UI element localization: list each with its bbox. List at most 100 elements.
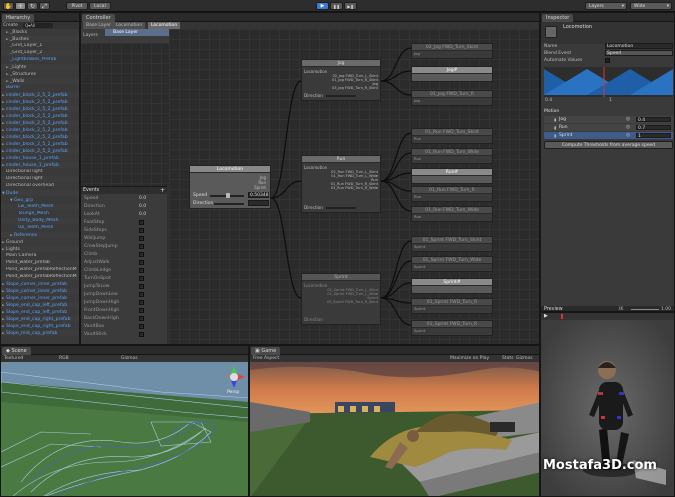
event-parameter-value[interactable] <box>139 228 144 233</box>
event-parameter[interactable]: BackDownHigh <box>81 315 167 323</box>
tab-scene[interactable]: ◆ Scene <box>2 347 31 355</box>
play-button[interactable]: ▶ <box>316 2 329 10</box>
hierarchy-item[interactable]: ►Ground <box>1 239 79 245</box>
hierarchy-item[interactable]: ►_Lights <box>1 64 79 70</box>
event-parameter-value[interactable] <box>139 324 144 329</box>
compute-thresholds-button[interactable]: Compute Thresholds from average speed <box>544 141 673 149</box>
pause-button[interactable]: ❚❚ <box>330 2 343 10</box>
hierarchy-item[interactable]: ►cinder_house_1_prefab <box>1 162 79 168</box>
event-parameter[interactable]: Speed 0.0 <box>81 195 167 203</box>
speed-value[interactable]: 0.50348 <box>248 192 269 198</box>
clip-node[interactable]: Run# <box>411 168 493 184</box>
motion-threshold[interactable]: 1 <box>636 133 671 139</box>
hierarchy-item[interactable]: ►_Bushes <box>1 36 79 42</box>
motion-threshold[interactable]: 0.7 <box>636 125 671 131</box>
local-toggle[interactable]: Local <box>89 2 111 10</box>
hierarchy-item[interactable]: ►Slope_end_cap_left_prefab <box>1 309 79 315</box>
sprint-blend-node[interactable]: Sprint Locomotion 02_Sprint FWD_Turn_L_S… <box>301 273 381 325</box>
event-parameter[interactable]: WallJump <box>81 235 167 243</box>
hierarchy-item[interactable]: Pond_water_prefab <box>1 260 79 266</box>
hierarchy-item[interactable]: ►Slope_corner_inner_prefab <box>1 281 79 287</box>
hierarchy-item[interactable]: ►Slope_end_cap_right_prefab <box>1 316 79 322</box>
event-parameter[interactable]: VaultBox <box>81 323 167 331</box>
hierarchy-item[interactable]: ►Slope_end_cap_left_prefab <box>1 302 79 308</box>
render-mode-dropdown[interactable]: RGB <box>59 356 69 361</box>
event-parameter-value[interactable]: 0.0 <box>139 196 146 202</box>
clip-node[interactable]: 01_Run FWD_Turn_R Run <box>411 186 493 202</box>
preview-speed-slider[interactable] <box>631 309 659 310</box>
hierarchy-item[interactable]: ►cinder_block_2_5_2_prefab <box>1 113 79 119</box>
hierarchy-item[interactable]: ►Slope_corner_inner_prefab <box>1 288 79 294</box>
event-parameter-value[interactable] <box>139 276 144 281</box>
event-parameter-value[interactable] <box>139 260 144 265</box>
hierarchy-item[interactable]: Lw_Teeth_Mesh <box>1 204 79 210</box>
hierarchy-item[interactable]: ▼Geo_grp <box>1 197 79 203</box>
clip-node[interactable]: 01_Sprint FWD_Turn_Skint Sprint <box>411 236 493 252</box>
hierarchy-item[interactable]: Directional overhead <box>1 183 79 189</box>
clip-node[interactable]: 01_Run FWD_Turn_Wide Run <box>411 148 493 164</box>
clip-node[interactable]: 01_Run FWD_Turn_Wide Run <box>411 206 493 222</box>
event-parameter[interactable]: FrontDownHigh <box>81 307 167 315</box>
hierarchy-item[interactable]: ►cinder_block_2_5_2_prefab <box>1 120 79 126</box>
scale-tool-button[interactable]: ⤢ <box>39 2 50 10</box>
hierarchy-item[interactable]: ►cinder_block_2_5_2_prefab <box>1 148 79 154</box>
layers-dropdown[interactable]: Layers ▾ <box>585 2 627 10</box>
event-parameter[interactable]: FootStep <box>81 219 167 227</box>
clip-node[interactable]: 01_Sprint FWD_Turn_R Sprint <box>411 298 493 314</box>
event-parameter[interactable]: VaultStick <box>81 331 167 339</box>
event-parameter[interactable]: AdjustWalk <box>81 259 167 267</box>
hierarchy-item[interactable]: Directional light <box>1 169 79 175</box>
event-parameter[interactable]: TurnOnSpot <box>81 275 167 283</box>
blend-graph[interactable] <box>544 67 673 97</box>
event-parameter[interactable]: LookAt 0.0 <box>81 211 167 219</box>
event-parameter-value[interactable] <box>139 252 144 257</box>
motion-row[interactable]: ▮ Jog ◎ 0.4 <box>544 116 673 123</box>
event-parameter-value[interactable] <box>139 332 144 337</box>
direction-slider[interactable] <box>326 207 356 209</box>
speed-slider-thumb[interactable] <box>226 193 230 198</box>
timeline-marker[interactable] <box>561 314 563 319</box>
event-parameter-value[interactable] <box>139 292 144 297</box>
create-dropdown[interactable]: Create <box>3 23 18 28</box>
motion-threshold[interactable]: 0.4 <box>636 117 671 123</box>
event-parameter[interactable]: SideSteps <box>81 227 167 235</box>
event-parameter-value[interactable] <box>139 316 144 321</box>
event-parameter[interactable]: ClimbLedge <box>81 267 167 275</box>
event-parameter-value[interactable] <box>139 236 144 241</box>
clip-node[interactable]: 01_Jog FWD_Turn_R Jog <box>411 90 493 106</box>
clip-node[interactable]: Jog# <box>411 66 493 82</box>
add-event-button[interactable]: + <box>160 187 165 194</box>
hierarchy-item[interactable]: Directional light <box>1 176 79 182</box>
automate-values-checkbox[interactable] <box>605 58 610 63</box>
hierarchy-item[interactable]: ►Reference <box>1 232 79 238</box>
event-parameter-value[interactable] <box>139 268 144 273</box>
hand-tool-button[interactable]: ✋ <box>3 2 14 10</box>
direction-slider[interactable] <box>326 95 356 97</box>
run-blend-node[interactable]: Run Locomotion 02_Run FWD_Turn_L_Skint 0… <box>301 155 381 213</box>
motion-row[interactable]: ▮ Run ◎ 0.7 <box>544 124 673 131</box>
shading-dropdown[interactable]: Textured <box>4 356 23 361</box>
clip-node[interactable]: 01_Run FWD_Turn_Skint Run <box>411 128 493 144</box>
hierarchy-item[interactable]: Up_Teeth_Mesh <box>1 225 79 231</box>
event-parameter-value[interactable] <box>139 244 144 249</box>
hierarchy-item[interactable]: Tounge_Mesh <box>1 211 79 217</box>
game-viewport[interactable] <box>250 362 540 497</box>
object-picker-icon[interactable]: ◎ <box>626 116 630 122</box>
hierarchy-item[interactable]: ►cinder_block_2_5_2_prefab <box>1 92 79 98</box>
event-parameter[interactable]: Climb <box>81 251 167 259</box>
hierarchy-item[interactable]: ►Lights <box>1 246 79 252</box>
clip-node[interactable]: 02_Jog FWD_Turn_Skint Jog <box>411 43 493 59</box>
stats-toggle[interactable]: Stats <box>502 356 514 361</box>
aspect-dropdown[interactable]: Free Aspect <box>253 356 279 361</box>
event-parameter-value[interactable]: 0.0 <box>139 212 146 218</box>
hierarchy-item[interactable]: Unity_Body_Mesh <box>1 218 79 224</box>
maximize-on-play-toggle[interactable]: Maximize on Play <box>450 356 489 361</box>
play-icon[interactable]: ▶ <box>544 313 548 319</box>
hierarchy-item[interactable]: ►cinder_block_2_5_2_prefab <box>1 127 79 133</box>
direction-value[interactable] <box>248 200 269 206</box>
event-parameter[interactable]: JumpDownHigh <box>81 299 167 307</box>
event-parameter[interactable]: JumpToLow <box>81 283 167 291</box>
hierarchy-search-input[interactable]: Q▾All <box>23 23 53 28</box>
name-field[interactable]: Locomotion <box>605 43 673 49</box>
locomotion-blend-node[interactable]: Locomotion Jog Run Sprint Speed 0.50348 … <box>189 165 271 209</box>
